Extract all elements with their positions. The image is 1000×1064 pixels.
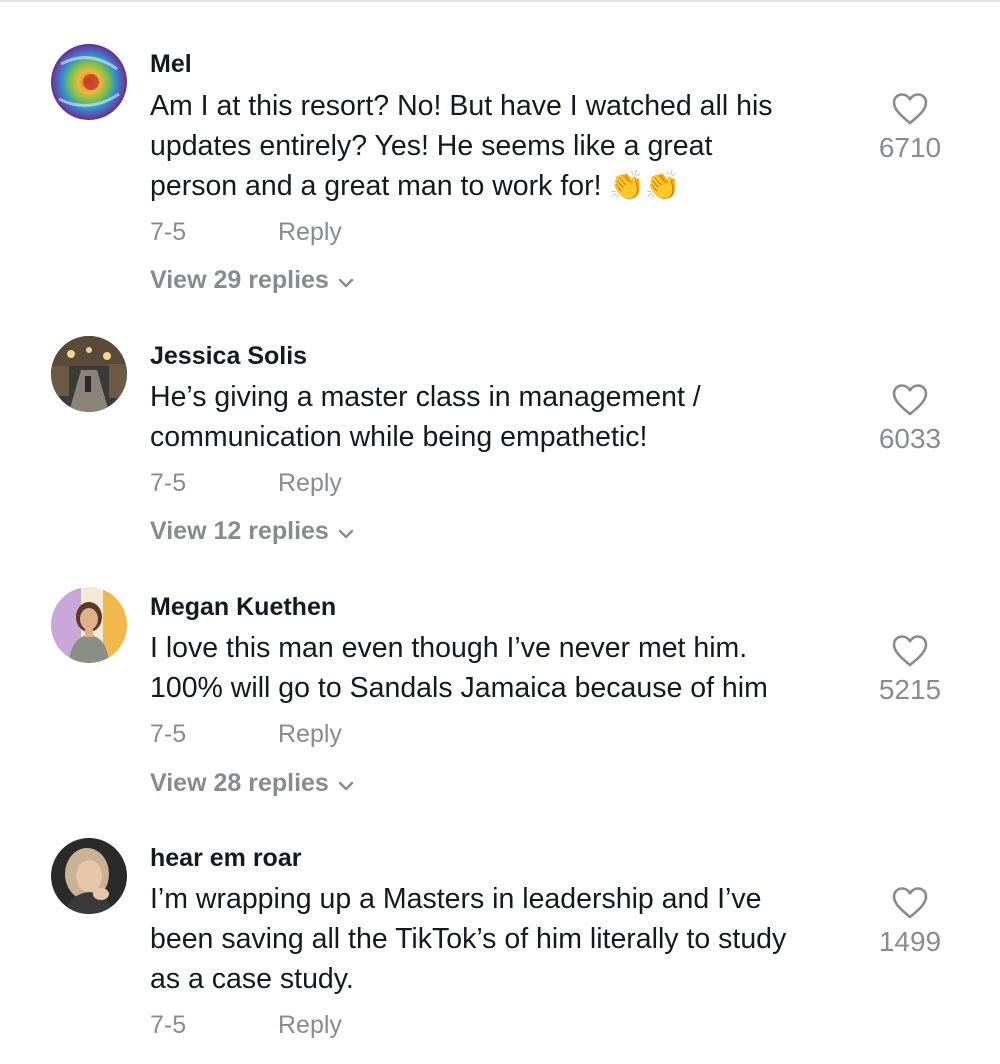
comment-text-content: I love this man even though I’ve never m… [150,632,768,704]
chevron-down-icon [337,518,355,547]
like-control: 6710 [865,92,955,164]
view-replies-label: View 28 replies [150,769,329,797]
avatar[interactable] [51,838,127,914]
reply-button[interactable]: Reply [278,720,342,749]
comment-username[interactable]: hear em roar [150,844,301,873]
like-count: 1499 [878,926,942,957]
comment-text-content: I’m wrapping up a Masters in leadership … [150,883,787,995]
heart-icon[interactable] [892,886,928,920]
like-control: 6033 [865,383,955,455]
tie-dye-avatar-icon [51,44,127,120]
comment-username[interactable]: Megan Kuethen [150,593,336,622]
reply-button[interactable]: Reply [278,218,342,247]
comment-username[interactable]: Mel [150,50,192,79]
chevron-down-icon [337,770,355,799]
like-count: 6710 [878,132,942,163]
comment-text: Am I at this resort? No! But have I watc… [150,86,870,206]
view-replies-button[interactable]: View 29 replies [150,266,355,296]
chevron-down-icon [337,267,355,296]
heart-icon[interactable] [892,634,928,668]
woman-portrait-avatar-icon [51,587,127,663]
like-control: 1499 [865,886,955,958]
reply-button[interactable]: Reply [278,1011,342,1040]
view-replies-button[interactable]: View 12 replies [150,517,355,547]
view-replies-button[interactable]: View 28 replies [150,769,355,799]
top-divider [0,0,1000,2]
view-replies-label: View 12 replies [150,517,329,545]
comment-text-content: Am I at this resort? No! But have I watc… [150,90,773,202]
comment-text: I love this man even though I’ve never m… [150,628,870,708]
comment-date: 7-5 [150,1011,187,1039]
comment-text: He’s giving a master class in management… [150,377,870,457]
comment-date: 7-5 [150,720,187,748]
heart-icon[interactable] [892,92,928,126]
reply-button[interactable]: Reply [278,469,342,498]
comment-text: I’m wrapping up a Masters in leadership … [150,879,870,999]
heart-icon[interactable] [892,383,928,417]
comment-date: 7-5 [150,469,187,497]
avatar[interactable] [51,587,127,663]
comment-date: 7-5 [150,218,187,246]
like-count: 6033 [878,423,942,454]
street-photo-avatar-icon [51,336,127,412]
comment-username[interactable]: Jessica Solis [150,342,307,371]
like-count: 5215 [878,674,942,705]
like-control: 5215 [865,634,955,706]
comment-text-content: He’s giving a master class in management… [150,381,701,453]
avatar[interactable] [51,44,127,120]
avatar[interactable] [51,336,127,412]
view-replies-label: View 29 replies [150,266,329,294]
woman-selfie-avatar-icon [51,838,127,914]
